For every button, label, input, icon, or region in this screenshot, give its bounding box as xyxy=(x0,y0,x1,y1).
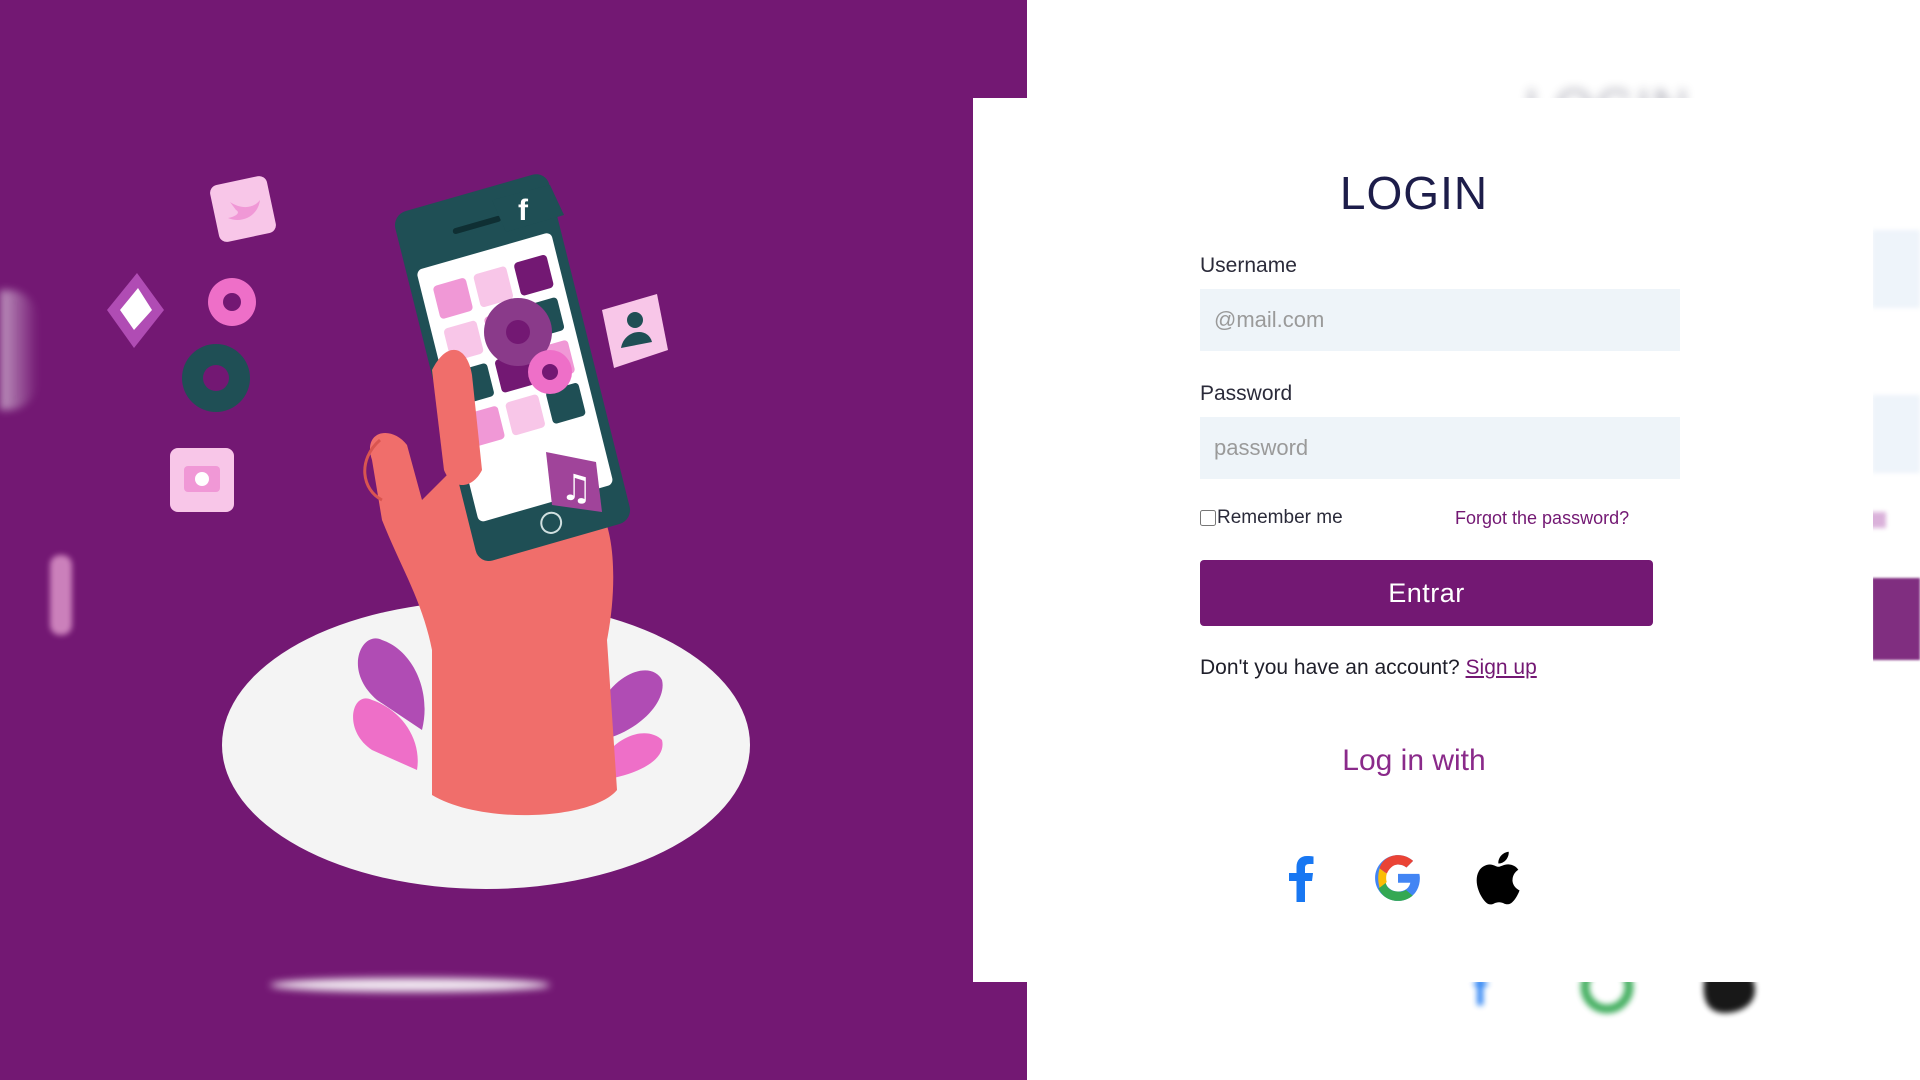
blurred-decoration xyxy=(50,555,72,635)
page-title: LOGIN xyxy=(1339,167,1489,219)
google-login-button[interactable] xyxy=(1370,850,1426,906)
floating-gear-dark-left xyxy=(182,344,250,412)
remember-me-row: Remember me xyxy=(1200,507,1343,529)
blurred-decoration xyxy=(270,978,550,992)
floating-gear-pink-right xyxy=(528,350,572,394)
remember-me-checkbox[interactable] xyxy=(1200,510,1216,526)
svg-text:f: f xyxy=(518,194,529,227)
apple-login-button[interactable] xyxy=(1470,850,1526,906)
svg-text:♫: ♫ xyxy=(560,468,592,509)
username-input[interactable] xyxy=(1200,289,1680,351)
password-label: Password xyxy=(1200,382,1293,405)
floating-gear-pink-left xyxy=(208,278,256,326)
facebook-icon xyxy=(1289,856,1314,902)
floating-twitter-tile xyxy=(210,176,276,242)
google-icon xyxy=(1375,855,1420,901)
blurred-decoration xyxy=(1872,230,1920,308)
forgot-password-link[interactable]: Forgot the password? xyxy=(1455,508,1629,529)
phone-illustration: f ♫ xyxy=(107,174,750,889)
blurred-decoration xyxy=(0,290,38,410)
signup-row: Don't you have an account? Sign up xyxy=(1200,656,1537,680)
signup-prompt: Don't you have an account? xyxy=(1200,656,1460,679)
apple-icon xyxy=(1476,851,1520,905)
floating-mail-tile xyxy=(107,273,164,348)
social-login-heading: Log in with xyxy=(1342,744,1486,777)
signup-link[interactable]: Sign up xyxy=(1466,656,1537,679)
login-card: LOGIN Username Password Remember me Forg… xyxy=(973,98,1873,982)
remember-me-label: Remember me xyxy=(1217,507,1343,528)
blurred-decoration xyxy=(1872,578,1920,660)
submit-button[interactable]: Entrar xyxy=(1200,560,1653,626)
username-label: Username xyxy=(1200,254,1297,277)
password-input[interactable] xyxy=(1200,417,1680,479)
floating-user-tile xyxy=(602,294,668,368)
facebook-login-button[interactable] xyxy=(1272,850,1328,906)
floating-camera-tile xyxy=(170,448,234,512)
blurred-decoration xyxy=(1872,395,1920,473)
